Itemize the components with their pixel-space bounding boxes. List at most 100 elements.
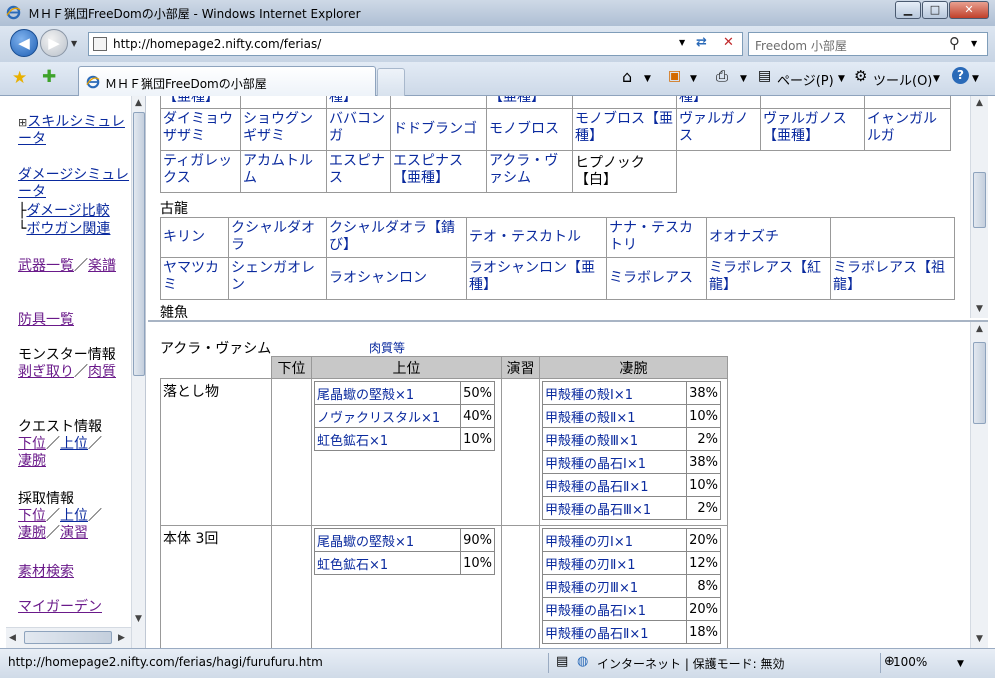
scroll-up-icon[interactable]: ▲ bbox=[135, 98, 142, 108]
item-name[interactable]: 甲殻種の晶石Ⅲ×1 bbox=[542, 496, 687, 520]
history-dropdown-icon[interactable]: ▼ bbox=[71, 39, 77, 48]
link-score[interactable]: 楽譜 bbox=[88, 258, 116, 274]
scroll-thumb[interactable] bbox=[24, 631, 112, 644]
monster-cell[interactable]: キリン bbox=[160, 217, 229, 258]
add-favorite-icon[interactable]: ✚ bbox=[42, 67, 56, 87]
item-name[interactable]: 甲殻種の刃Ⅲ×1 bbox=[542, 574, 687, 598]
link-hagitori[interactable]: 剥ぎ取り bbox=[18, 364, 74, 380]
monster-cell[interactable]: シェンガオレン bbox=[228, 257, 327, 300]
help-dropdown-icon[interactable]: ▼ bbox=[972, 74, 979, 84]
search-input[interactable]: Freedom 小部屋 bbox=[755, 37, 847, 54]
tab-active[interactable]: ＭＨＦ猟団FreeDomの小部屋 bbox=[78, 66, 376, 96]
item-name[interactable]: 尾晶蠍の堅殻×1 bbox=[314, 381, 461, 405]
monster-cell[interactable]: ミラボレアス【祖龍】 bbox=[830, 257, 955, 300]
print-dropdown-icon[interactable]: ▼ bbox=[740, 74, 747, 84]
item-name[interactable]: 尾晶蠍の堅殻×1 bbox=[314, 528, 461, 552]
item-name[interactable]: 虹色鉱石×1 bbox=[314, 551, 461, 575]
scroll-down-icon[interactable]: ▼ bbox=[976, 304, 983, 314]
monster-cell[interactable]: クシャルダオラ【錆び】 bbox=[326, 217, 467, 258]
left-horizontal-scrollbar[interactable]: ◀ ▶ bbox=[6, 627, 131, 648]
help-icon[interactable]: ? bbox=[952, 67, 969, 84]
favorites-star-icon[interactable]: ★ bbox=[12, 68, 27, 88]
expand-icon[interactable]: ⊞ bbox=[18, 116, 27, 129]
monster-cell[interactable]: 【亜種】 bbox=[160, 96, 241, 109]
link-gather-sugo[interactable]: 凄腕 bbox=[18, 525, 46, 541]
zoom-level[interactable]: 100% bbox=[893, 655, 927, 669]
item-name[interactable]: 甲殻種の刃Ⅰ×1 bbox=[542, 528, 687, 552]
link-bowgun[interactable]: ボウガン関連 bbox=[26, 221, 110, 237]
monster-cell[interactable]: 種】 bbox=[326, 96, 391, 109]
monster-cell[interactable]: 種】 bbox=[676, 96, 761, 109]
link-quest-lower[interactable]: 下位 bbox=[18, 436, 46, 452]
address-input[interactable]: http://homepage2.nifty.com/ferias/ bbox=[113, 37, 321, 51]
scroll-right-icon[interactable]: ▶ bbox=[118, 633, 125, 643]
link-material-search[interactable]: 素材検索 bbox=[18, 564, 74, 580]
monster-cell[interactable]: オオナズチ bbox=[706, 217, 831, 258]
item-name[interactable]: 甲殻種の殻Ⅲ×1 bbox=[542, 427, 687, 451]
security-zone[interactable]: インターネット | 保護モード: 無効 bbox=[597, 655, 785, 672]
item-name[interactable]: 甲殻種の刃Ⅱ×1 bbox=[542, 551, 687, 575]
monster-cell[interactable]: ヒプノック【白】 bbox=[572, 150, 677, 193]
address-dropdown-icon[interactable]: ▼ bbox=[679, 38, 685, 47]
monster-cell[interactable]: ヴァルガノス【亜種】 bbox=[760, 108, 865, 151]
zoom-dropdown-icon[interactable]: ▼ bbox=[957, 659, 964, 669]
item-name[interactable]: 虹色鉱石×1 bbox=[314, 427, 461, 451]
monster-cell[interactable]: ヤマツカミ bbox=[160, 257, 229, 300]
monster-cell[interactable]: ナナ・テスカトリ bbox=[606, 217, 707, 258]
link-damage-sim[interactable]: ダメージシミュレータ bbox=[18, 167, 129, 200]
link-damage-compare[interactable]: ダメージ比較 bbox=[26, 203, 109, 219]
minimize-button[interactable]: ▁ bbox=[895, 1, 921, 19]
monster-cell[interactable] bbox=[240, 96, 327, 109]
page-dropdown-icon[interactable]: ▼ bbox=[838, 74, 845, 84]
home-icon[interactable]: ⌂ bbox=[622, 67, 632, 86]
address-bar[interactable]: http://homepage2.nifty.com/ferias/ ▼ ⇄ ✕ bbox=[88, 32, 743, 56]
monster-cell[interactable]: エスピナス【亜種】 bbox=[390, 150, 487, 193]
link-meat[interactable]: 肉質 bbox=[88, 364, 116, 380]
monster-cell[interactable]: ヴァルガノス bbox=[676, 108, 761, 151]
meat-link[interactable]: 肉質等 bbox=[369, 339, 405, 356]
new-tab-button[interactable] bbox=[377, 68, 405, 96]
scroll-thumb[interactable] bbox=[973, 342, 986, 424]
monster-cell[interactable]: モノブロス【亜種】 bbox=[572, 108, 677, 151]
page-menu-button[interactable]: ページ(P) bbox=[777, 70, 834, 89]
monster-cell[interactable]: テオ・テスカトル bbox=[466, 217, 607, 258]
scroll-thumb[interactable] bbox=[133, 112, 145, 376]
bottom-vertical-scrollbar[interactable]: ▲ ▼ bbox=[970, 322, 988, 648]
link-skill-sim[interactable]: スキルシミュレータ bbox=[18, 114, 125, 147]
monster-cell[interactable]: アクラ・ヴァシム bbox=[486, 150, 573, 193]
link-armor[interactable]: 防具一覧 bbox=[18, 312, 74, 328]
left-vertical-scrollbar[interactable]: ▲ ▼ bbox=[131, 96, 145, 648]
monster-cell[interactable]: 【亜種】 bbox=[486, 96, 573, 109]
link-quest-upper[interactable]: 上位 bbox=[60, 436, 88, 452]
monster-cell[interactable]: ラオシャンロン bbox=[326, 257, 467, 300]
print-icon[interactable]: ⎙ bbox=[716, 67, 728, 85]
scroll-down-icon[interactable]: ▼ bbox=[135, 614, 142, 624]
link-my-garden[interactable]: マイガーデン bbox=[18, 599, 102, 615]
item-name[interactable]: ノヴァクリスタル×1 bbox=[314, 404, 461, 428]
monster-cell[interactable]: ショウグンギザミ bbox=[240, 108, 327, 151]
feed-icon[interactable]: ▣ bbox=[668, 68, 681, 84]
monster-cell[interactable] bbox=[760, 96, 865, 109]
monster-cell[interactable] bbox=[572, 96, 677, 109]
feed-dropdown-icon[interactable]: ▼ bbox=[690, 74, 697, 84]
maximize-button[interactable]: □ bbox=[922, 1, 948, 19]
monster-cell[interactable]: アカムトルム bbox=[240, 150, 327, 193]
close-button[interactable]: ✕ bbox=[949, 1, 989, 19]
scroll-up-icon[interactable]: ▲ bbox=[976, 98, 983, 108]
tools-dropdown-icon[interactable]: ▼ bbox=[933, 74, 940, 84]
forward-button[interactable]: ▶ bbox=[40, 29, 68, 57]
stop-icon[interactable]: ✕ bbox=[723, 35, 734, 50]
scroll-up-icon[interactable]: ▲ bbox=[976, 324, 983, 334]
link-weapons[interactable]: 武器一覧 bbox=[18, 258, 74, 274]
tools-menu-button[interactable]: ツール(O) bbox=[873, 70, 932, 89]
monster-cell[interactable]: ラオシャンロン【亜種】 bbox=[466, 257, 607, 300]
monster-cell[interactable]: ティガレックス bbox=[160, 150, 241, 193]
monster-cell[interactable]: ミラボレアス【紅龍】 bbox=[706, 257, 831, 300]
scroll-left-icon[interactable]: ◀ bbox=[9, 633, 16, 643]
link-gather-upper[interactable]: 上位 bbox=[60, 508, 88, 524]
scroll-thumb[interactable] bbox=[973, 172, 986, 228]
item-name[interactable]: 甲殻種の晶石Ⅱ×1 bbox=[542, 473, 687, 497]
monster-cell[interactable]: イャンガルルガ bbox=[864, 108, 951, 151]
monster-cell[interactable]: ドドブランゴ bbox=[390, 108, 487, 151]
monster-cell[interactable]: ミラボレアス bbox=[606, 257, 707, 300]
